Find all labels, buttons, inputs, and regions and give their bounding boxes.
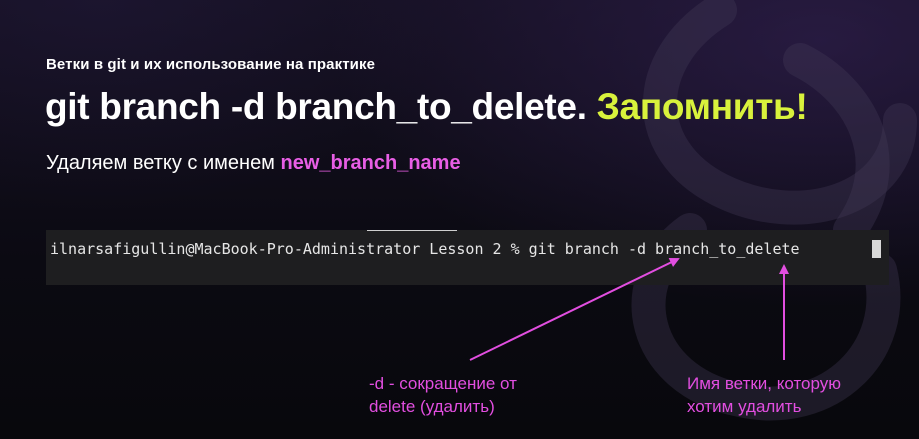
- flag-annotation-line1: -d - сокращение от: [369, 374, 517, 393]
- flag-arrow: [469, 257, 680, 361]
- branch-name-annotation: Имя ветки, которую хотим удалить: [687, 372, 887, 418]
- branch-name-annotation-line2: хотим удалить: [687, 397, 802, 416]
- flag-annotation-line2: delete (удалить): [369, 397, 495, 416]
- flag-annotation: -d - сокращение от delete (удалить): [369, 372, 569, 418]
- branch-name-annotation-line1: Имя ветки, которую: [687, 374, 842, 393]
